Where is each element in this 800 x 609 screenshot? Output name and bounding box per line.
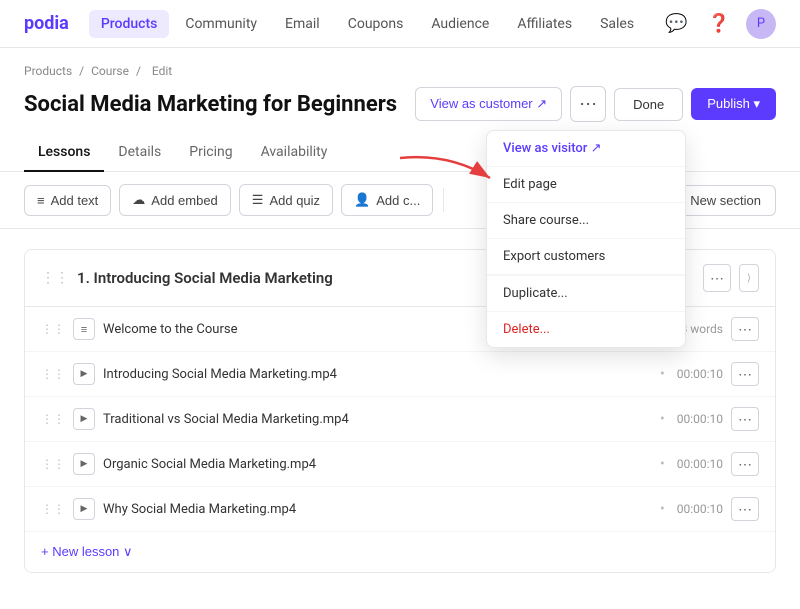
add-text-label: Add text	[51, 193, 99, 208]
brand-logo: podia	[24, 13, 69, 34]
section-menu-button[interactable]: ⋯	[703, 264, 731, 292]
lesson-row: ⋮⋮ ▶ Organic Social Media Marketing.mp4 …	[25, 442, 775, 487]
toolbar-separator	[443, 188, 444, 212]
lesson-row: ⋮⋮ ▶ Introducing Social Media Marketing.…	[25, 352, 775, 397]
lesson-meta: 00:00:10	[677, 502, 723, 516]
lesson-drag-handle[interactable]: ⋮⋮	[41, 412, 65, 426]
lesson-icon-video: ▶	[73, 408, 95, 430]
view-visitor-label: View as visitor ↗	[503, 141, 602, 156]
add-embed-label: Add embed	[151, 193, 218, 208]
lesson-drag-handle[interactable]: ⋮⋮	[41, 367, 65, 381]
done-button[interactable]: Done	[614, 88, 683, 121]
lesson-menu-button[interactable]: ⋯	[731, 407, 759, 431]
nav-item-community[interactable]: Community	[173, 10, 269, 38]
add-quiz-label: Add quiz	[269, 193, 320, 208]
lesson-drag-handle[interactable]: ⋮⋮	[41, 502, 65, 516]
view-customer-button[interactable]: View as customer ↗	[415, 87, 562, 121]
new-lesson-row: + New lesson ∨	[25, 532, 775, 572]
dropdown-edit-page[interactable]: Edit page	[487, 167, 685, 203]
lesson-icon-video: ▶	[73, 498, 95, 520]
nav-item-audience[interactable]: Audience	[419, 10, 501, 38]
breadcrumb-sep1: /	[79, 64, 87, 78]
lesson-menu-button[interactable]: ⋯	[731, 362, 759, 386]
header-actions: View as customer ↗ ⋯ Done Publish ▾ View…	[415, 86, 776, 122]
more-options-button[interactable]: ⋯	[570, 86, 606, 122]
add-embed-icon: ☁	[132, 192, 145, 208]
lesson-drag-handle[interactable]: ⋮⋮	[41, 457, 65, 471]
tab-availability[interactable]: Availability	[247, 134, 342, 172]
lesson-title: Traditional vs Social Media Marketing.mp…	[103, 412, 648, 427]
nav-item-affiliates[interactable]: Affiliates	[505, 10, 584, 38]
dropdown-delete[interactable]: Delete...	[487, 312, 685, 347]
tab-lessons[interactable]: Lessons	[24, 134, 104, 172]
lesson-icon-text: ≡	[73, 318, 95, 340]
dropdown-share-course[interactable]: Share course...	[487, 203, 685, 239]
dropdown-duplicate[interactable]: Duplicate...	[487, 276, 685, 312]
nav-item-sales[interactable]: Sales	[588, 10, 646, 38]
breadcrumb-sep2: /	[136, 64, 144, 78]
nav-item-email[interactable]: Email	[273, 10, 332, 38]
add-embed-button[interactable]: ☁ Add embed	[119, 184, 231, 216]
lesson-title: Introducing Social Media Marketing.mp4	[103, 367, 648, 382]
nav-item-products[interactable]: Products	[89, 10, 170, 38]
help-button[interactable]: ❓	[704, 9, 734, 38]
add-content-icon: 👤	[354, 192, 370, 208]
nav-right: 💬 ❓ P	[661, 9, 776, 39]
dropdown-export-customers[interactable]: Export customers	[487, 239, 685, 275]
breadcrumb-products[interactable]: Products	[24, 64, 72, 78]
publish-button[interactable]: Publish ▾	[691, 88, 776, 120]
add-content-button[interactable]: 👤 Add c...	[341, 184, 433, 216]
lesson-row: ⋮⋮ ▶ Traditional vs Social Media Marketi…	[25, 397, 775, 442]
add-quiz-button[interactable]: ☰ Add quiz	[239, 184, 333, 216]
lesson-meta: 00:00:10	[677, 367, 723, 381]
lesson-icon-video: ▶	[73, 453, 95, 475]
lesson-menu-button[interactable]: ⋯	[731, 317, 759, 341]
section-drag-handle[interactable]: ⋮⋮	[41, 270, 69, 286]
lesson-drag-handle[interactable]: ⋮⋮	[41, 322, 65, 336]
add-text-icon: ≡	[37, 193, 45, 208]
topnav: podia Products Community Email Coupons A…	[0, 0, 800, 48]
lesson-menu-button[interactable]: ⋯	[731, 497, 759, 521]
add-text-button[interactable]: ≡ Add text	[24, 185, 111, 216]
lesson-meta: 00:00:10	[677, 412, 723, 426]
add-quiz-icon: ☰	[252, 192, 264, 208]
breadcrumb-edit: Edit	[152, 64, 172, 78]
add-content-label: Add c...	[376, 193, 420, 208]
lesson-icon-video: ▶	[73, 363, 95, 385]
lesson-meta: 00:00:10	[677, 457, 723, 471]
avatar[interactable]: P	[746, 9, 776, 39]
tab-pricing[interactable]: Pricing	[175, 134, 246, 172]
lesson-title: Organic Social Media Marketing.mp4	[103, 457, 648, 472]
dropdown-menu: View as visitor ↗ Edit page Share course…	[486, 130, 686, 348]
lesson-title: Why Social Media Marketing.mp4	[103, 502, 648, 517]
new-lesson-button[interactable]: + New lesson ∨	[41, 544, 133, 560]
breadcrumb: Products / Course / Edit	[24, 64, 776, 78]
search-button[interactable]: 💬	[661, 9, 691, 38]
page-title: Social Media Marketing for Beginners	[24, 92, 403, 117]
dropdown-view-visitor[interactable]: View as visitor ↗	[487, 131, 685, 167]
lesson-menu-button[interactable]: ⋯	[731, 452, 759, 476]
breadcrumb-course[interactable]: Course	[91, 64, 129, 78]
page-header: Social Media Marketing for Beginners Vie…	[0, 86, 800, 134]
nav-item-coupons[interactable]: Coupons	[336, 10, 416, 38]
lesson-row: ⋮⋮ ▶ Why Social Media Marketing.mp4 • 00…	[25, 487, 775, 532]
tab-details[interactable]: Details	[104, 134, 175, 172]
section-resize-button[interactable]: ⟩	[739, 264, 759, 292]
